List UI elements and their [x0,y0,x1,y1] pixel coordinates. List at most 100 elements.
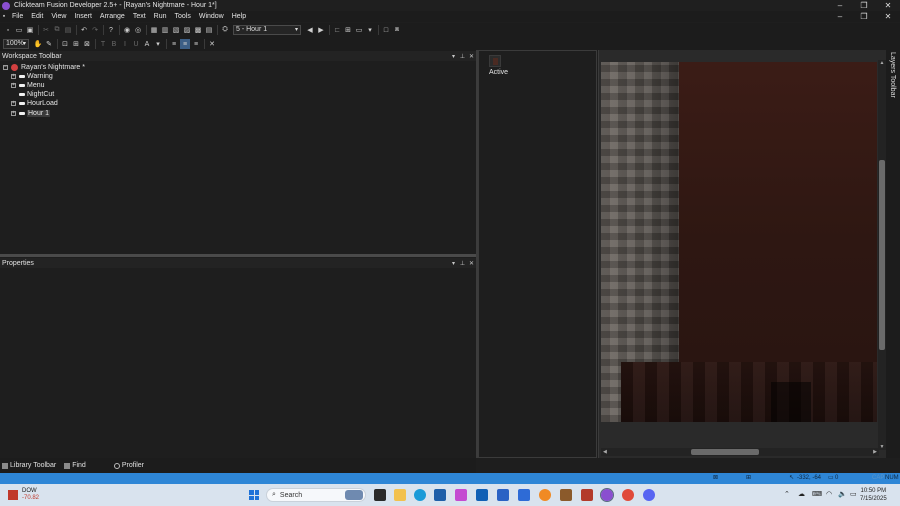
snap-icon[interactable]: ⊠ [82,39,92,49]
run-frame-icon[interactable]: ◎ [133,25,143,35]
volume-icon[interactable]: 🔈 [838,490,847,498]
copilot-icon[interactable] [455,489,467,501]
open-folder-icon[interactable]: ▭ [14,25,24,35]
photos-icon[interactable] [518,489,530,501]
clickteam-fusion-taskbar-icon[interactable] [600,488,614,502]
previous-frame-icon[interactable]: ◀ [305,25,315,35]
restore-button[interactable]: ❐ [852,0,876,11]
align-icon[interactable]: ⊏ [332,25,342,35]
pin-icon[interactable]: ⊥ [458,53,467,60]
tree-item-frame-selected[interactable]: + Hour 1 [11,109,51,118]
battery-icon[interactable]: ▭ [850,490,857,498]
tab-find[interactable]: Find [62,462,86,469]
pin-icon[interactable]: ⊥ [458,260,467,267]
underline-icon[interactable]: U [131,39,141,49]
tree-item-frame[interactable]: + Menu [11,81,45,90]
tree-item-frame[interactable]: + Warning [11,72,53,81]
expand-icon[interactable]: + [11,101,16,106]
panel-close-icon[interactable]: ✕ [467,260,476,267]
frame-properties-icon[interactable]: ⛭ [220,25,230,35]
event-editor-icon[interactable]: ▧ [171,25,181,35]
outlook-icon[interactable] [476,489,488,501]
event-list-editor-icon[interactable]: ▨ [182,25,192,35]
text-color-dropdown-icon[interactable]: ▾ [153,39,163,49]
taskbar-search[interactable]: ⌕ Search [266,488,366,502]
scroll-right-icon[interactable]: ▶ [873,448,877,456]
panel-close-icon[interactable]: ✕ [467,53,476,60]
snap-to-grid-icon[interactable]: ▭ [354,25,364,35]
close-button[interactable]: ✕ [876,0,900,11]
zoom-dropdown[interactable]: 100% ▾ [3,39,29,49]
layers-toolbar-strip[interactable]: Layers Toolbar [886,50,900,458]
cloud-icon[interactable]: ☁ [798,490,805,498]
expand-icon[interactable]: + [11,74,16,79]
align-right-icon[interactable]: ≡ [191,39,201,49]
zoom-frame-icon[interactable]: ⧈ [392,25,402,35]
redo-icon[interactable]: ↷ [90,25,100,35]
text-color-icon[interactable]: A [142,39,152,49]
tree-item-frame[interactable]: NightCut [19,90,54,99]
menu-view[interactable]: View [47,11,70,22]
draw-tool-icon[interactable]: ✎ [44,39,54,49]
task-view-icon[interactable] [374,489,386,501]
tab-library-toolbar[interactable]: Library Toolbar [0,462,56,469]
menu-help[interactable]: Help [228,11,250,22]
mdi-close-button[interactable]: ✕ [876,11,900,22]
winrar-icon[interactable] [581,489,593,501]
edge-icon[interactable] [414,489,426,501]
cut-icon[interactable]: ✂ [41,25,51,35]
minecraft-icon[interactable] [560,489,572,501]
help-icon[interactable]: ? [106,25,116,35]
new-file-icon[interactable]: ▫ [3,25,13,35]
mdi-restore-button[interactable]: ❐ [852,11,876,22]
menu-arrange[interactable]: Arrange [96,11,129,22]
next-frame-icon[interactable]: ▶ [316,25,326,35]
stock-widget[interactable]: DOW -70.82 [8,488,39,502]
undo-icon[interactable]: ↶ [79,25,89,35]
bold-icon[interactable]: B [109,39,119,49]
file-explorer-icon[interactable] [394,489,406,501]
mdi-minimize-button[interactable]: – [828,11,852,22]
frame-canvas[interactable] [601,62,877,422]
panel-splitter[interactable] [0,254,476,257]
horizontal-scroll-thumb[interactable] [691,449,759,455]
grid-icon[interactable]: ⊞ [71,39,81,49]
visual-studio-code-icon[interactable] [497,489,509,501]
panel-menu-icon[interactable]: ▾ [449,260,458,267]
tree-item-frame[interactable]: + HourLoad [11,99,58,108]
tree-item-application[interactable]: − Rayan's Nightmare * [3,63,85,72]
start-button[interactable] [249,490,259,500]
expand-icon[interactable]: + [11,111,16,116]
save-icon[interactable]: ▣ [25,25,35,35]
blender-icon[interactable] [539,489,551,501]
system-clock[interactable]: 10:50 PM 7/15/2025 [860,487,887,503]
tab-profiler[interactable]: Profiler [112,462,144,469]
keyboard-icon[interactable]: ⌨ [812,490,822,498]
frame-editor-icon[interactable]: ▥ [160,25,170,35]
italic-icon[interactable]: I [120,39,130,49]
select-all-icon[interactable]: ⊡ [60,39,70,49]
storyboard-editor-icon[interactable]: ▦ [149,25,159,35]
align-left-icon[interactable]: ≡ [169,39,179,49]
active-object-thumbnail[interactable] [489,55,501,67]
vertical-scrollbar[interactable]: ▲ ▼ [878,60,886,450]
minimize-button[interactable]: – [828,0,852,11]
snap-dropdown-icon[interactable]: ▾ [365,25,375,35]
run-application-icon[interactable]: ◉ [122,25,132,35]
scroll-down-icon[interactable]: ▼ [878,444,886,450]
show-grid-icon[interactable]: □ [381,25,391,35]
panel-menu-icon[interactable]: ▾ [449,53,458,60]
data-elements-icon[interactable]: ▩ [193,25,203,35]
font-icon[interactable]: T [98,39,108,49]
frame-select-dropdown[interactable]: 5 - Hour 1 ▾ [233,25,301,35]
menu-tools[interactable]: Tools [171,11,195,22]
show-hidden-icons-icon[interactable]: ⌃ [784,490,790,498]
copy-icon[interactable]: ⧉ [52,25,62,35]
menu-text[interactable]: Text [129,11,150,22]
align-center-icon[interactable]: ≡ [180,39,190,49]
menu-insert[interactable]: Insert [70,11,96,22]
menu-run[interactable]: Run [150,11,171,22]
expression-editor-icon[interactable]: ▤ [204,25,214,35]
menu-file[interactable]: File [8,11,27,22]
horizontal-scrollbar[interactable]: ◀ ▶ [601,448,879,456]
